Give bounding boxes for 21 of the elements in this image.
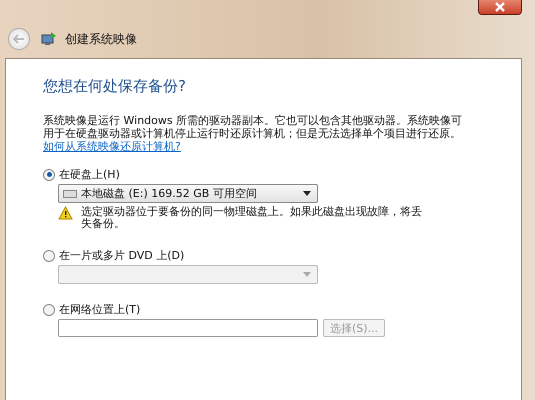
caret-icon (303, 191, 311, 196)
close-icon (495, 2, 505, 12)
description-text: 系统映像是运行 Windows 所需的驱动器副本。它也可以包含其他驱动器。系统映像可用于在硬盘驱动器或计算机停止运行时还原计算机；但是无法选择单个项目进行还原。 如何从系统映像还原计算机? (43, 114, 464, 153)
back-button[interactable] (8, 28, 30, 50)
path-field[interactable] (58, 319, 318, 337)
window-title: 创建系统映像 (65, 30, 137, 48)
warning-icon (58, 206, 73, 220)
radio-button[interactable] (43, 304, 55, 316)
drive-icon (63, 190, 77, 198)
page-heading: 您想在何处保存备份? (43, 77, 187, 96)
radio-button[interactable] (43, 168, 55, 180)
warning-text: 选定驱动器位于要备份的同一物理磁盘上。如果此磁盘出现故障，将丢失备份。 (81, 206, 423, 230)
caret-icon (303, 272, 311, 277)
option-label: 在一片或多片 DVD 上(D) (59, 248, 184, 263)
option-label: 在网络位置上(T) (59, 302, 140, 317)
drive-dropdown[interactable]: 本地磁盘 (E:) 169.52 GB 可用空间 (58, 184, 318, 203)
option-label: 在硬盘上(H) (59, 167, 120, 182)
computer-backup-icon (41, 31, 57, 47)
help-link[interactable]: 如何从系统映像还原计算机? (43, 140, 181, 153)
back-arrow-icon (13, 34, 25, 44)
close-button[interactable] (478, 0, 522, 15)
